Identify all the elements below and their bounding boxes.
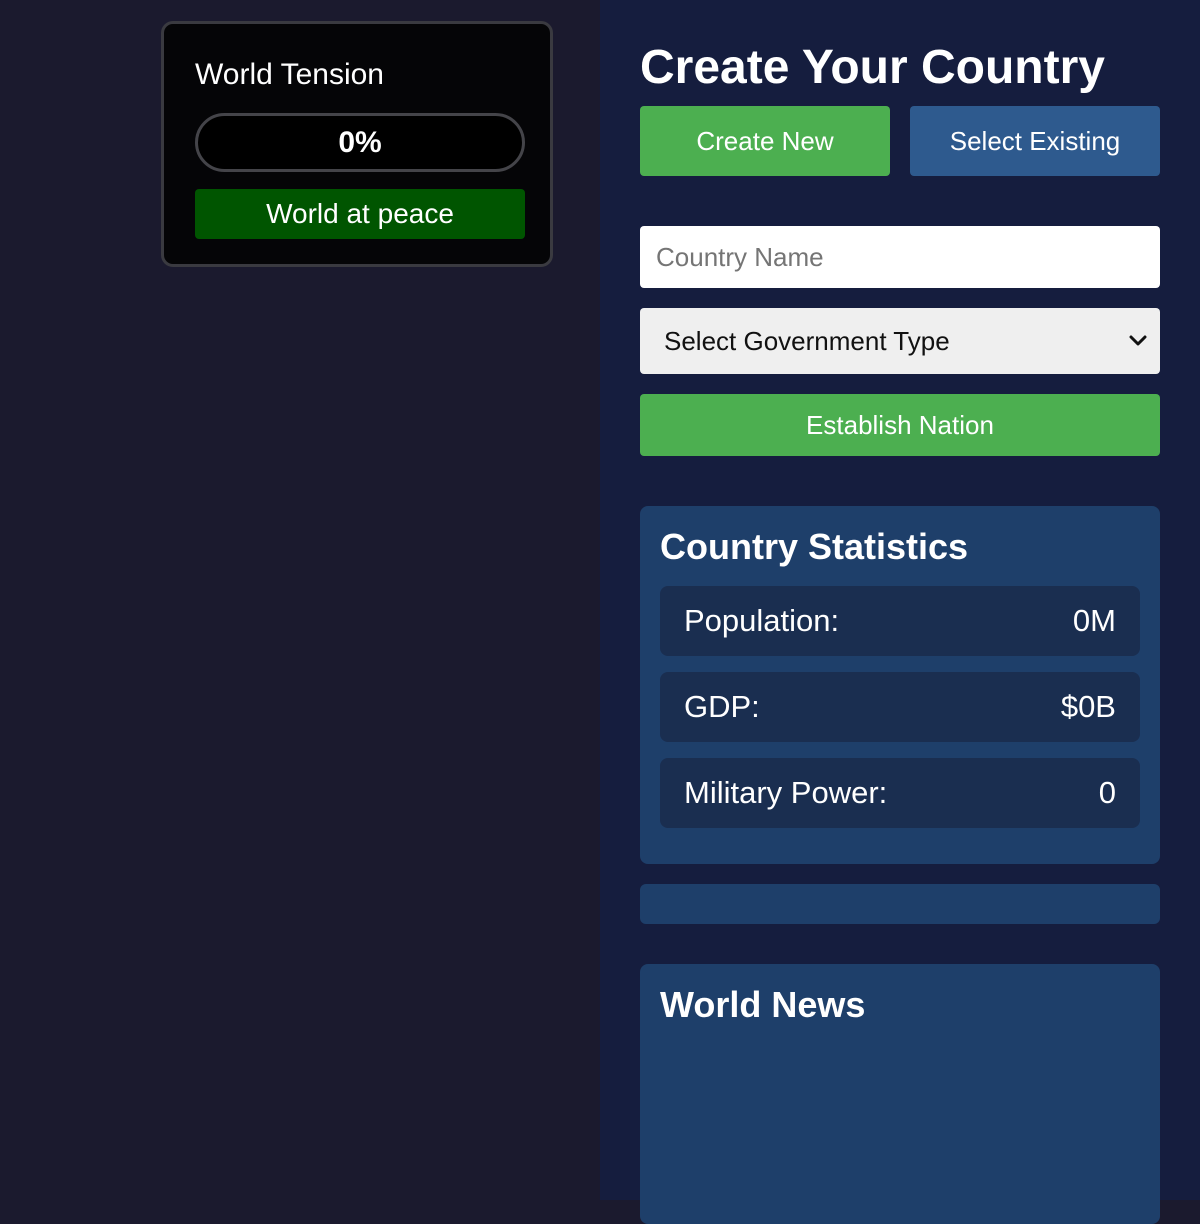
chevron-down-icon: [1129, 335, 1147, 346]
stat-row-population: Population: 0M: [660, 586, 1140, 656]
country-name-input[interactable]: [640, 226, 1160, 288]
stat-row-gdp: GDP: $0B: [660, 672, 1140, 742]
stat-value: 0: [1098, 775, 1116, 810]
government-type-selected-label: Select Government Type: [664, 325, 950, 356]
establish-nation-button[interactable]: Establish Nation: [640, 394, 1160, 456]
world-news-title: World News: [660, 984, 866, 1025]
stat-label: Population:: [684, 603, 840, 638]
world-tension-title: World Tension: [195, 58, 384, 91]
left-pane: World Tension 0% World at peace: [0, 0, 600, 1200]
page-title: Create Your Country: [640, 41, 1105, 94]
right-pane: Create Your Country Create New Select Ex…: [600, 0, 1200, 1224]
stat-label: GDP:: [684, 689, 760, 724]
country-statistics-panel: Country Statistics Population: 0M GDP: $…: [640, 506, 1160, 864]
world-tension-card: World Tension 0% World at peace: [161, 21, 553, 267]
stat-value: $0B: [1060, 689, 1116, 724]
select-existing-button[interactable]: Select Existing: [910, 106, 1160, 176]
world-tension-meter: 0%: [195, 113, 525, 172]
stat-label: Military Power:: [684, 775, 888, 810]
country-statistics-title: Country Statistics: [660, 526, 969, 567]
government-type-select[interactable]: Select Government Type: [640, 308, 1160, 374]
world-news-panel: World News: [640, 964, 1160, 1224]
create-new-button[interactable]: Create New: [640, 106, 890, 176]
actions-panel: [640, 884, 1160, 924]
stat-row-military-power: Military Power: 0: [660, 758, 1140, 828]
world-tension-status: World at peace: [195, 189, 525, 239]
world-tension-value: 0%: [338, 125, 382, 159]
stat-value: 0M: [1072, 603, 1116, 638]
